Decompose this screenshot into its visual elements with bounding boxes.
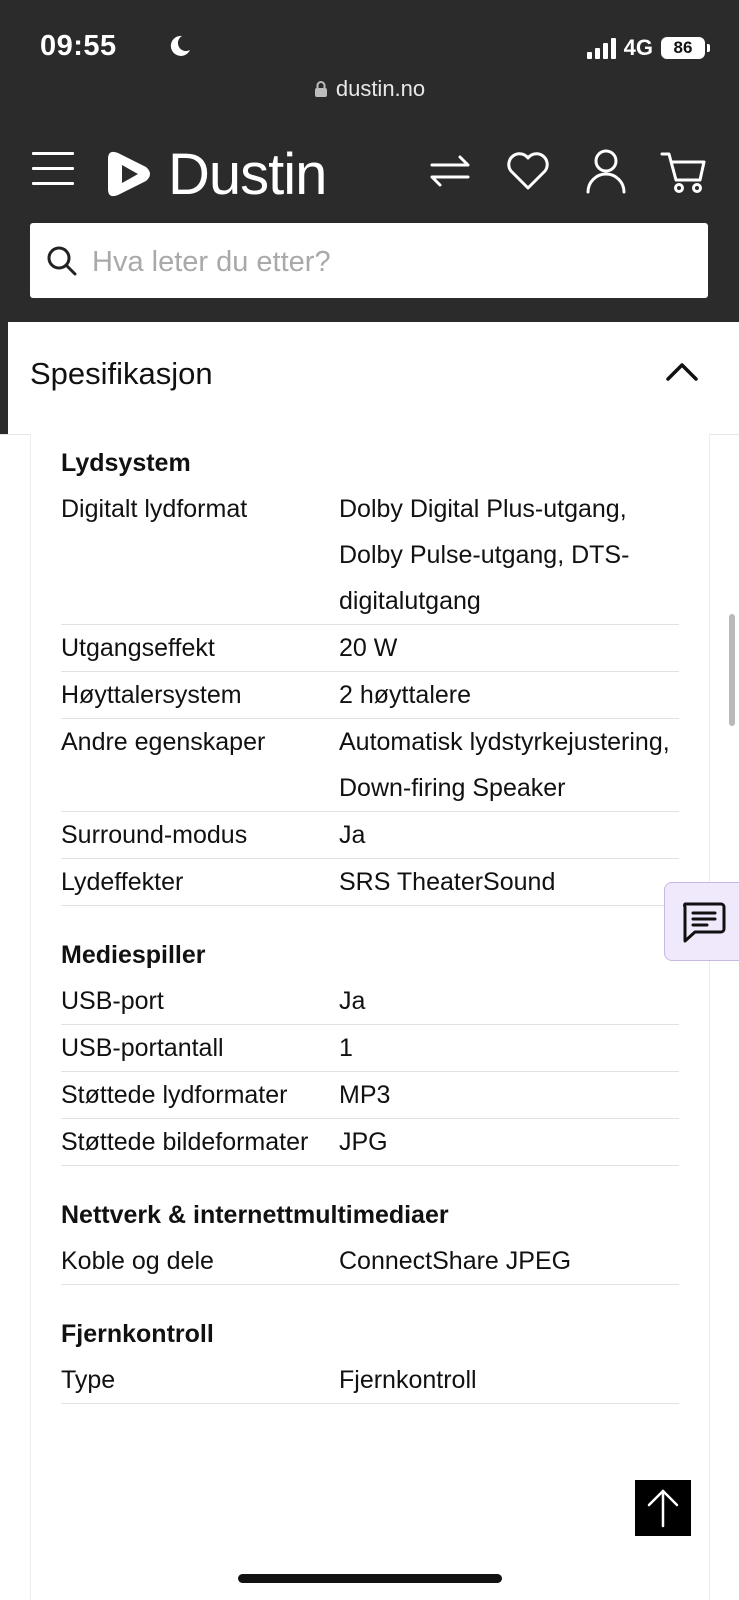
battery-icon: 86 — [661, 37, 710, 59]
spec-group-title: Lydsystem — [61, 449, 191, 477]
spec-row: Andre egenskaper Automatisk lydstyrkejus… — [61, 719, 679, 812]
spec-key: Koble og dele — [61, 1247, 214, 1275]
spec-key: Høyttalersystem — [61, 681, 242, 709]
home-indicator — [238, 1574, 502, 1583]
spec-value: ConnectShare JPEG — [339, 1247, 572, 1275]
spec-value: SRS TheaterSound — [339, 868, 556, 896]
spec-group-title: Mediespiller — [61, 941, 206, 969]
arrow-up-icon — [647, 1489, 679, 1528]
user-icon[interactable] — [581, 146, 631, 196]
search-input[interactable] — [90, 239, 694, 285]
spec-value: Ja — [339, 821, 366, 849]
accordion-title: Spesifikasjon — [30, 356, 213, 391]
spec-value: 1 — [339, 1034, 353, 1062]
spec-row: Utgangseffekt 20 W — [61, 625, 679, 672]
menu-icon[interactable] — [32, 152, 74, 188]
battery-level: 86 — [673, 38, 693, 57]
spec-row: USB-portantall 1 — [61, 1025, 679, 1072]
spec-value: 20 W — [339, 634, 398, 662]
spec-value: JPG — [339, 1128, 388, 1156]
spec-row: Surround-modus Ja — [61, 812, 679, 859]
spec-group-title: Fjernkontroll — [61, 1320, 214, 1348]
spec-row: Støttede lydformater MP3 — [61, 1072, 679, 1119]
signal-icon — [586, 37, 616, 59]
url-text: dustin.no — [335, 76, 426, 101]
cart-icon[interactable] — [659, 146, 709, 196]
chevron-up-icon[interactable] — [665, 360, 699, 387]
spec-key: USB-port — [61, 987, 164, 1015]
spec-value: Automatisk lydstyrkejustering, Down-firi… — [339, 728, 670, 802]
spec-key: Type — [61, 1366, 116, 1394]
spec-list: Lydsystem Digitalt lydformat Dolby Digit… — [61, 434, 679, 1404]
spec-key: USB-portantall — [61, 1034, 224, 1062]
status-bar: 09:55 4G 86 — [40, 30, 710, 66]
spec-key: Støttede lydformater — [61, 1081, 288, 1109]
network-type: 4G — [623, 35, 653, 60]
site-header: 09:55 4G 86 dustin.no Dustin — [0, 0, 739, 322]
scrollbar-thumb[interactable] — [729, 614, 735, 726]
spec-row: Type Fjernkontroll — [61, 1357, 679, 1404]
spec-row: Digitalt lydformat Dolby Digital Plus-ut… — [61, 486, 679, 625]
moon-icon — [168, 34, 192, 63]
compare-icon[interactable] — [425, 146, 475, 196]
spec-value: Dolby Digital Plus-utgang, Dolby Pulse-u… — [339, 495, 630, 615]
chat-button[interactable] — [664, 882, 739, 961]
spec-row: Støttede bildeformater JPG — [61, 1119, 679, 1166]
spec-key: Digitalt lydformat — [61, 495, 248, 523]
spec-value: Fjernkontroll — [339, 1366, 477, 1394]
chat-icon — [682, 902, 725, 942]
spec-value: 2 høyttalere — [339, 681, 472, 709]
spec-key: Utgangseffekt — [61, 634, 215, 662]
logo-text: Dustin — [168, 141, 327, 207]
url-bar[interactable]: dustin.no — [0, 76, 739, 104]
lock-icon — [314, 78, 328, 104]
spec-panel: Lydsystem Digitalt lydformat Dolby Digit… — [30, 434, 710, 1600]
search-box[interactable] — [30, 223, 708, 298]
spec-value: MP3 — [339, 1081, 391, 1109]
logo-play-icon — [108, 151, 150, 197]
spec-row: Lydeffekter SRS TheaterSound — [61, 859, 679, 906]
search-icon — [46, 245, 78, 282]
spec-key: Surround-modus — [61, 821, 248, 849]
status-time: 09:55 — [40, 30, 117, 62]
spec-row: Koble og dele ConnectShare JPEG — [61, 1238, 679, 1285]
spec-group-title: Nettverk & internettmultimediaer — [61, 1201, 449, 1229]
nav-bar: Dustin — [0, 140, 739, 210]
spec-key: Støttede bildeformater — [61, 1128, 309, 1156]
spec-value: Ja — [339, 987, 366, 1015]
spec-key: Lydeffekter — [61, 868, 184, 896]
spec-row: Høyttalersystem 2 høyttalere — [61, 672, 679, 719]
spec-accordion-header[interactable]: Spesifikasjon — [0, 322, 739, 435]
back-to-top-button[interactable] — [635, 1480, 691, 1536]
logo[interactable]: Dustin — [104, 141, 327, 207]
spec-key: Andre egenskaper — [61, 728, 266, 756]
heart-icon[interactable] — [503, 146, 553, 196]
spec-row: USB-port Ja — [61, 978, 679, 1025]
